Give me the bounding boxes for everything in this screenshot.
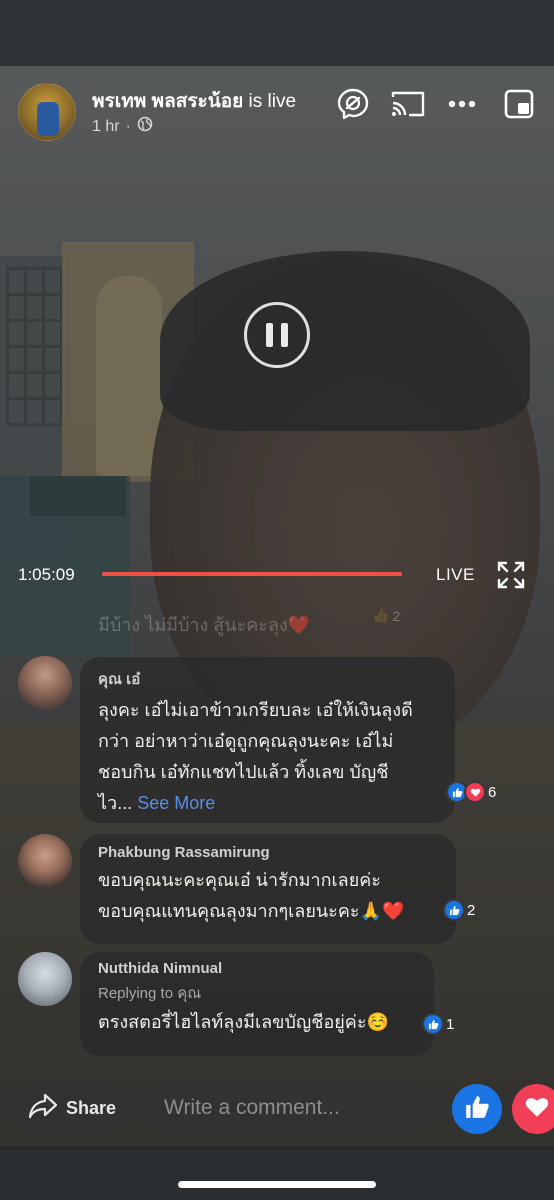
faded-comment-text: มีบ้าง ไม่มีบ้าง สู้นะคะลุง❤️ xyxy=(98,610,310,639)
commenter-avatar[interactable] xyxy=(18,656,72,710)
smiling-emoji-icon: ☺️ xyxy=(366,1012,389,1032)
comment-line: ขอบคุณนะคะคุณเอ๋ น่ารักมากเลยค่ะ xyxy=(98,870,381,890)
faded-like-count: 2 xyxy=(392,607,401,624)
red-heart-emoji-icon: ❤️ xyxy=(381,901,405,921)
faded-reaction: 👍 2 xyxy=(372,607,400,624)
poster-title[interactable]: พรเทพ พลสระน้อย is live xyxy=(92,86,324,116)
cast-icon[interactable] xyxy=(388,84,428,124)
like-icon xyxy=(422,1013,444,1035)
globe-icon xyxy=(137,116,153,137)
more-icon[interactable] xyxy=(446,84,478,124)
bottom-safe-area xyxy=(0,1150,554,1200)
elapsed-time: 1:05:09 xyxy=(18,565,75,584)
comment-author[interactable]: คุณ เอ๋ xyxy=(98,667,437,691)
home-indicator[interactable] xyxy=(178,1181,376,1188)
avatar-figure xyxy=(37,102,59,136)
comment-line-last: ไว... See More xyxy=(98,788,437,819)
comment-reactions[interactable]: 1 xyxy=(422,1013,454,1035)
reaction-count: 6 xyxy=(488,783,497,801)
comment-text: ขอบคุณนะคะคุณเอ๋ น่ารักมากเลยค่ะ ขอบคุณแ… xyxy=(98,865,438,927)
comment-text: ตรงสตอรี่ไฮไลท์ลุงมีเลขบัญชีอยู่ค่ะ☺️ xyxy=(98,1007,416,1038)
live-status: is live xyxy=(243,91,297,112)
like-reaction-button[interactable] xyxy=(452,1084,502,1134)
comment-reactions[interactable]: 6 xyxy=(446,781,496,803)
comment-line: ชอบกิน เอ๋ทักแชทไปแล้ว ทิ้งเลข บัญชี xyxy=(98,762,389,782)
pause-bar xyxy=(281,323,288,347)
poster-name[interactable]: พรเทพ พลสระน้อย xyxy=(92,91,243,112)
commenter-avatar[interactable] xyxy=(18,952,72,1006)
comment-bubble[interactable]: Nutthida Nimnual Replying to คุณ ตรงสตอร… xyxy=(80,952,434,1056)
status-bar-area xyxy=(0,0,554,66)
comment-line-last: ขอบคุณแทนคุณลุงมากๆเลยนะคะ🙏❤️ xyxy=(98,896,438,927)
see-more-link[interactable]: See More xyxy=(137,793,215,813)
like-icon: 👍 xyxy=(372,607,390,623)
fullscreen-icon[interactable] xyxy=(496,560,526,595)
like-icon xyxy=(443,899,465,921)
post-meta: 1 hr · xyxy=(92,116,153,137)
reaction-count: 1 xyxy=(446,1015,455,1033)
faded-comment-body: มีบ้าง ไม่มีบ้าง สู้นะคะลุง xyxy=(98,615,288,635)
meta-separator: · xyxy=(125,117,131,135)
comment-text: ลุงคะ เอ๋ไม่เอาข้าวเกรียบละ เอ๋ให้เงินลุ… xyxy=(98,695,437,819)
love-icon xyxy=(524,1094,550,1125)
commenter-avatar[interactable] xyxy=(18,834,72,888)
share-button[interactable]: Share xyxy=(14,1083,130,1133)
comment-line-last: ตรงสตอรี่ไฮไลท์ลุงมีเลขบัญชีอยู่ค่ะ☺️ xyxy=(98,1007,416,1038)
progress-fill xyxy=(102,572,402,576)
comment-line: ไว... xyxy=(98,793,133,813)
comment-reactions[interactable]: 2 xyxy=(443,899,475,921)
pause-bar xyxy=(266,323,273,347)
pause-icon[interactable] xyxy=(244,302,310,368)
comment-line: กว่า อย่าหาว่าเอ๋ดูถูกคุณลุงนะคะ เอ๋ไม่ xyxy=(98,731,394,751)
comment-bubble[interactable]: Phakbung Rassamirung ขอบคุณนะคะคุณเอ๋ น่… xyxy=(80,834,456,944)
share-label: Share xyxy=(65,1097,117,1118)
love-reaction-button[interactable] xyxy=(512,1084,554,1134)
red-heart-emoji-icon: ❤️ xyxy=(287,615,311,635)
poster-avatar[interactable] xyxy=(18,83,76,141)
replying-to: Replying to คุณ xyxy=(98,985,202,1002)
comment-line: ขอบคุณแทนคุณลุงมากๆเลยนะคะ xyxy=(98,901,360,921)
live-header: พรเทพ พลสระน้อย is live 1 hr · xyxy=(0,66,554,156)
share-icon xyxy=(28,1093,58,1124)
messenger-icon[interactable] xyxy=(334,84,372,124)
comment-author[interactable]: Nutthida Nimnual xyxy=(98,960,416,977)
comment-bubble[interactable]: คุณ เอ๋ ลุงคะ เอ๋ไม่เอาข้าวเกรียบละ เอ๋ใ… xyxy=(80,657,455,823)
progress-track[interactable] xyxy=(102,572,402,576)
time-ago: 1 hr xyxy=(92,117,120,135)
comment-input[interactable] xyxy=(146,1083,436,1133)
live-label[interactable]: LIVE xyxy=(436,565,475,585)
comment-line: ลุงคะ เอ๋ไม่เอาข้าวเกรียบละ เอ๋ให้เงินลุ… xyxy=(98,700,413,720)
like-icon xyxy=(464,1094,490,1125)
reaction-count: 2 xyxy=(467,901,476,919)
folded-hands-emoji-icon: 🙏 xyxy=(359,901,382,921)
love-icon xyxy=(464,781,486,803)
pip-icon[interactable] xyxy=(502,84,536,124)
comment-author[interactable]: Phakbung Rassamirung xyxy=(98,844,438,861)
comment-line: ตรงสตอรี่ไฮไลท์ลุงมีเลขบัญชีอยู่ค่ะ xyxy=(98,1012,367,1032)
